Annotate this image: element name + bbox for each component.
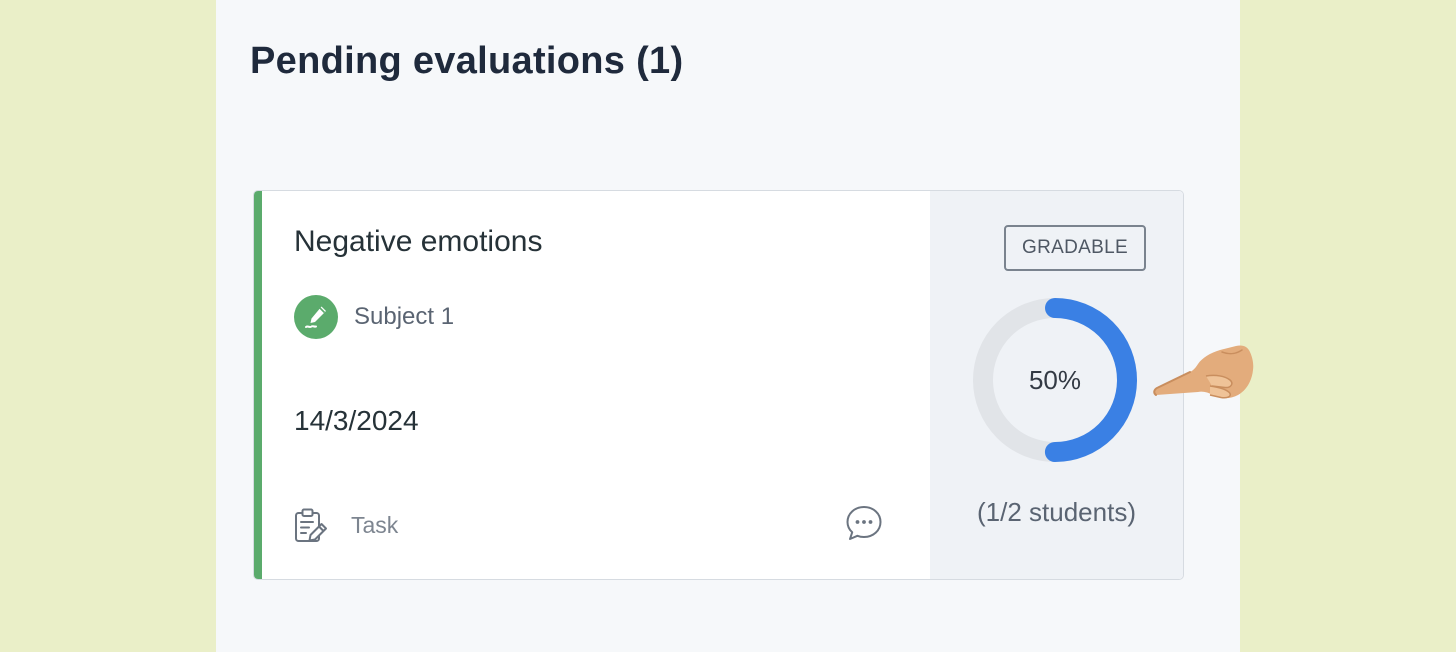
card-title[interactable]: Negative emotions <box>294 225 542 259</box>
progress-percent: 50% <box>1028 364 1082 395</box>
task-type-label: Task <box>351 511 399 538</box>
pointing-hand-icon <box>1153 345 1254 399</box>
gradable-badge: GRADABLE <box>1004 225 1146 271</box>
due-date: 14/3/2024 <box>294 405 419 436</box>
comment-icon[interactable] <box>844 503 884 543</box>
page-title: Pending evaluations (1) <box>250 40 684 82</box>
card-accent-bar <box>254 191 262 579</box>
pen-icon <box>294 295 338 339</box>
task-type: Task <box>291 505 398 545</box>
subject-row: Subject 1 <box>294 295 454 339</box>
content-panel: Pending evaluations (1) Negative emotion… <box>216 0 1240 652</box>
clipboard-edit-icon <box>295 508 327 542</box>
progress-section: GRADABLE 50% (1/2 students) <box>930 191 1183 579</box>
students-count: (1/2 students) <box>977 497 1136 527</box>
subject-label: Subject 1 <box>354 303 455 330</box>
evaluation-card[interactable]: Negative emotions Subject 1 14/3/2024 Ta… <box>253 190 1184 580</box>
